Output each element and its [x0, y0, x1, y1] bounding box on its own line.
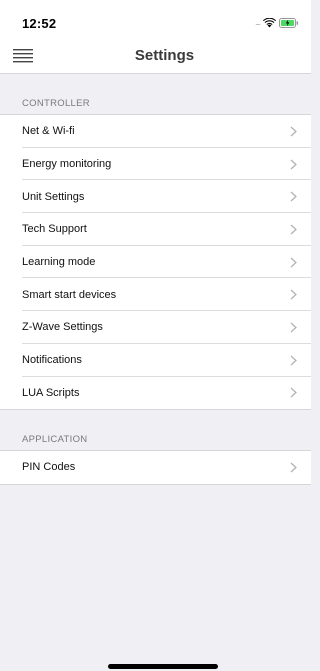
controller-settings-group: Net & Wi-fi Energy monitoring Unit Setti… [0, 114, 311, 411]
section-header-controller: CONTROLLER [22, 98, 90, 109]
settings-item-lua-scripts[interactable]: LUA Scripts [0, 377, 311, 410]
settings-item-label: Tech Support [22, 223, 87, 236]
settings-item-label: Net & Wi-fi [22, 125, 75, 138]
status-bar: 12:52 .... [0, 0, 311, 38]
settings-item-energy-monitoring[interactable]: Energy monitoring [0, 148, 311, 181]
settings-item-tech-support[interactable]: Tech Support [0, 213, 311, 246]
chevron-right-icon [290, 159, 297, 169]
battery-charging-icon [279, 18, 299, 28]
chevron-right-icon [290, 462, 297, 473]
wifi-icon [263, 18, 276, 28]
chevron-right-icon [290, 387, 297, 398]
status-icons: .... [255, 17, 299, 29]
page-title: Settings [134, 47, 195, 64]
settings-item-label: Smart start devices [22, 288, 117, 301]
settings-item-label: Energy monitoring [22, 158, 112, 171]
home-indicator[interactable] [108, 664, 218, 669]
chevron-right-icon [290, 191, 297, 202]
chevron-right-icon [290, 257, 297, 268]
signal-dots: .... [255, 18, 261, 27]
settings-item-label: PIN Codes [22, 461, 76, 474]
settings-item-pin-codes[interactable]: PIN Codes [0, 451, 311, 484]
settings-item-net-wifi[interactable]: Net & Wi-fi [0, 115, 311, 148]
chevron-right-icon [290, 322, 297, 333]
chevron-right-icon [290, 126, 297, 137]
settings-item-label: LUA Scripts [22, 386, 80, 399]
settings-item-unit-settings[interactable]: Unit Settings [0, 180, 311, 213]
chevron-right-icon [290, 355, 297, 366]
settings-item-label: Learning mode [22, 256, 96, 269]
chevron-right-icon [290, 224, 297, 235]
section-header-application: APPLICATION [22, 434, 88, 445]
settings-item-label: Unit Settings [22, 190, 85, 203]
chevron-right-icon [290, 289, 297, 300]
settings-item-notifications[interactable]: Notifications [0, 344, 311, 377]
settings-item-smart-start-devices[interactable]: Smart start devices [0, 278, 311, 311]
nav-bar: Settings [0, 38, 311, 74]
settings-item-learning-mode[interactable]: Learning mode [0, 246, 311, 279]
settings-item-label: Z-Wave Settings [22, 321, 103, 334]
status-time: 12:52 [22, 16, 57, 31]
settings-item-zwave-settings[interactable]: Z-Wave Settings [0, 311, 311, 344]
application-settings-group: PIN Codes [0, 450, 311, 485]
settings-item-label: Notifications [22, 354, 82, 367]
